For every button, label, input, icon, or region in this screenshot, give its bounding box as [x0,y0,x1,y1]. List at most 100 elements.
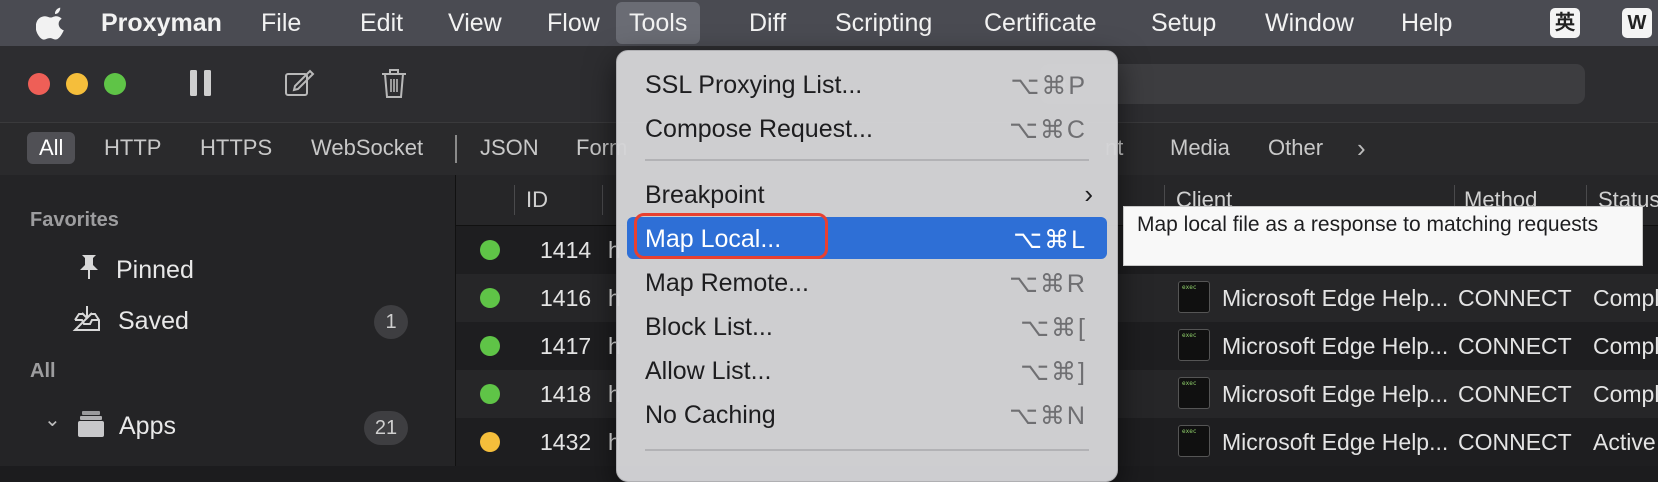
terminal-exec-icon: exec [1178,329,1210,361]
menu-app-name[interactable]: Proxyman [88,0,235,46]
close-window-button[interactable] [28,73,50,95]
column-separator [514,185,515,215]
status-dot [480,288,500,308]
tools-menu: SSL Proxying List... ⌥⌘P Compose Request… [616,50,1118,482]
menu-item-compose-request[interactable]: Compose Request... ⌥⌘C [627,107,1107,149]
filter-tab-all[interactable]: All [27,132,76,164]
menu-item-label: Breakpoint [645,181,765,209]
filter-tab-other[interactable]: Other [1256,132,1335,164]
row-status: Compl [1593,285,1658,311]
row-method: CONNECT [1458,429,1572,455]
submenu-chevron-icon: › [1084,179,1093,209]
row-client: Microsoft Edge Help... [1222,285,1449,311]
zoom-window-button[interactable] [104,73,126,95]
chevron-right-icon[interactable]: › [1357,132,1366,164]
row-status: Compl [1593,381,1658,407]
menu-tools[interactable]: Tools [616,2,701,44]
row-client: Microsoft Edge Help... [1222,429,1449,455]
filter-separator [455,135,457,163]
apple-logo-icon[interactable] [36,6,70,40]
menu-item-label: Allow List... [645,357,772,385]
status-dot [480,384,500,404]
status-dot [480,336,500,356]
filter-tab-http[interactable]: HTTP [92,132,173,164]
menu-item-shortcut: ⌥⌘R [1009,270,1087,298]
menu-item-label: Block List... [645,313,773,341]
minimize-window-button[interactable] [66,73,88,95]
terminal-exec-icon: exec [1178,377,1210,409]
menu-item-allow-list[interactable]: Allow List... ⌥⌘] [627,349,1107,391]
menu-setup[interactable]: Setup [1138,0,1229,46]
status-dot [480,432,500,452]
menu-item-block-list[interactable]: Block List... ⌥⌘[ [627,305,1107,347]
compose-icon[interactable] [282,66,316,100]
input-method-icon[interactable]: 英 [1550,8,1580,38]
menu-item-label: Compose Request... [645,115,873,143]
filter-tab-media[interactable]: Media [1158,132,1242,164]
menu-item-shortcut: ⌥⌘[ [1020,314,1087,342]
column-separator [602,185,603,215]
menu-item-ssl-proxying-list[interactable]: SSL Proxying List... ⌥⌘P [627,63,1107,105]
search-field[interactable]: 0 [1040,64,1585,104]
menu-separator [645,449,1089,451]
filter-tab-https[interactable]: HTTPS [188,132,284,164]
menu-bar: Proxyman File Edit View Flow Tools Diff … [0,0,1658,46]
menu-scripting[interactable]: Scripting [822,0,945,46]
sidebar-item-apps[interactable]: Apps [119,412,176,441]
menu-item-shortcut: ⌥⌘P [1010,72,1087,100]
sidebar: Favorites Pinned Saved 1 All ⌄ Apps 21 [0,175,456,466]
menu-item-label: SSL Proxying List... [645,71,863,99]
menu-item-label: No Caching [645,401,776,429]
menu-item-map-remote[interactable]: Map Remote... ⌥⌘R [627,261,1107,303]
row-client: Microsoft Edge Help... [1222,381,1449,407]
row-id: 1414 [540,237,592,263]
menu-item-shortcut: ⌥⌘L [1013,226,1087,254]
trash-icon[interactable] [377,66,411,100]
row-status: Compl [1593,333,1658,359]
wps-icon[interactable]: W [1622,8,1652,38]
terminal-exec-icon: exec [1178,281,1210,313]
map-local-tooltip: Map local file as a response to matching… [1123,206,1643,266]
row-status: Active [1593,429,1656,455]
row-id: 1418 [540,381,592,407]
menu-edit[interactable]: Edit [347,0,416,46]
menu-item-shortcut: ⌥⌘] [1020,358,1087,386]
menu-view[interactable]: View [435,0,515,46]
sidebar-item-pinned[interactable]: Pinned [116,256,194,285]
pause-icon[interactable] [184,66,218,100]
annotation-highlight-ring [634,213,828,259]
row-id: 1417 [540,333,592,359]
menu-item-shortcut: ⌥⌘C [1009,116,1087,144]
menu-certificate[interactable]: Certificate [971,0,1110,46]
row-id: 1432 [540,429,592,455]
row-id: 1416 [540,285,592,311]
row-client: Microsoft Edge Help... [1222,333,1449,359]
chevron-down-icon[interactable]: ⌄ [44,407,61,432]
menu-item-label: Map Remote... [645,269,809,297]
column-header-id[interactable]: ID [526,187,548,213]
tray-download-icon [72,306,100,331]
all-header: All [30,360,56,382]
filter-tab-json[interactable]: JSON [468,132,551,164]
menu-item-no-caching[interactable]: No Caching ⌥⌘N [627,393,1107,435]
menu-item-shortcut: ⌥⌘N [1009,402,1087,430]
favorites-header: Favorites [30,209,119,231]
menu-flow[interactable]: Flow [534,0,613,46]
row-method: CONNECT [1458,285,1572,311]
pin-icon [80,255,98,279]
menu-separator [645,159,1089,161]
menu-file[interactable]: File [248,0,314,46]
status-dot [480,240,500,260]
filter-tab-websocket[interactable]: WebSocket [299,132,435,164]
apps-count-badge: 21 [364,411,408,445]
menu-diff[interactable]: Diff [736,0,799,46]
menu-item-breakpoint[interactable]: Breakpoint › [627,173,1107,215]
menu-window[interactable]: Window [1252,0,1367,46]
menu-help[interactable]: Help [1388,0,1465,46]
saved-count-badge: 1 [374,305,408,339]
terminal-exec-icon: exec [1178,425,1210,457]
folder-stack-icon [78,411,104,437]
row-method: CONNECT [1458,381,1572,407]
row-method: CONNECT [1458,333,1572,359]
sidebar-item-saved[interactable]: Saved [118,307,189,336]
